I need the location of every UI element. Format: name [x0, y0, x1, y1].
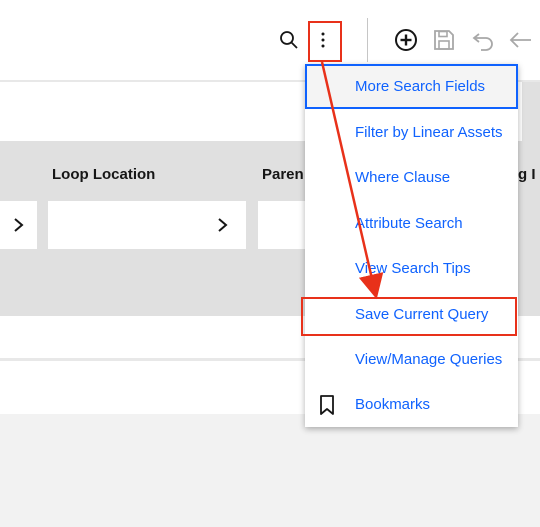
- menu-item-view-manage-queries[interactable]: View/Manage Queries: [305, 337, 518, 382]
- filter-input-parent[interactable]: [258, 201, 305, 249]
- save-icon[interactable]: [430, 26, 458, 54]
- menu-item-bookmarks[interactable]: Bookmarks: [305, 382, 518, 427]
- menu-item-label: Attribute Search: [355, 215, 463, 232]
- filter-lookup-button-loop-location[interactable]: [200, 201, 246, 249]
- chevron-right-icon: [13, 218, 24, 232]
- menu-item-more-search-fields[interactable]: More Search Fields: [305, 64, 518, 109]
- menu-item-label: Where Clause: [355, 169, 451, 186]
- column-header-partial[interactable]: g I: [518, 166, 540, 183]
- menu-item-label: View/Manage Queries: [355, 351, 503, 368]
- menu-item-label: View Search Tips: [355, 260, 471, 277]
- back-arrow-icon[interactable]: [506, 26, 534, 54]
- overflow-menu: More Search Fields Filter by Linear Asse…: [305, 64, 518, 427]
- menu-item-label: More Search Fields: [355, 78, 486, 95]
- menu-item-attribute-search[interactable]: Attribute Search: [305, 201, 518, 246]
- menu-item-label: Bookmarks: [355, 396, 431, 413]
- filter-lookup-button[interactable]: [0, 201, 37, 249]
- filter-input-loop-location[interactable]: [48, 201, 200, 249]
- menu-item-view-search-tips[interactable]: View Search Tips: [305, 246, 518, 291]
- scroll-strip: [522, 82, 540, 141]
- column-header-loop-location[interactable]: Loop Location: [52, 166, 155, 183]
- bookmark-icon: [319, 394, 335, 421]
- annotation-box-overflow-button: [308, 21, 342, 62]
- search-icon[interactable]: [275, 26, 303, 54]
- undo-icon[interactable]: [469, 26, 497, 54]
- menu-item-label: Filter by Linear Assets: [355, 124, 503, 141]
- column-header-parent[interactable]: Paren: [262, 166, 305, 183]
- menu-item-filter-by-linear-assets[interactable]: Filter by Linear Assets: [305, 110, 518, 155]
- add-icon[interactable]: [392, 26, 420, 54]
- menu-item-where-clause[interactable]: Where Clause: [305, 155, 518, 200]
- annotation-box-save-current-query: [301, 297, 517, 336]
- chevron-right-icon: [218, 218, 228, 232]
- empty-table-body: [0, 414, 540, 527]
- toolbar-divider: [367, 18, 368, 62]
